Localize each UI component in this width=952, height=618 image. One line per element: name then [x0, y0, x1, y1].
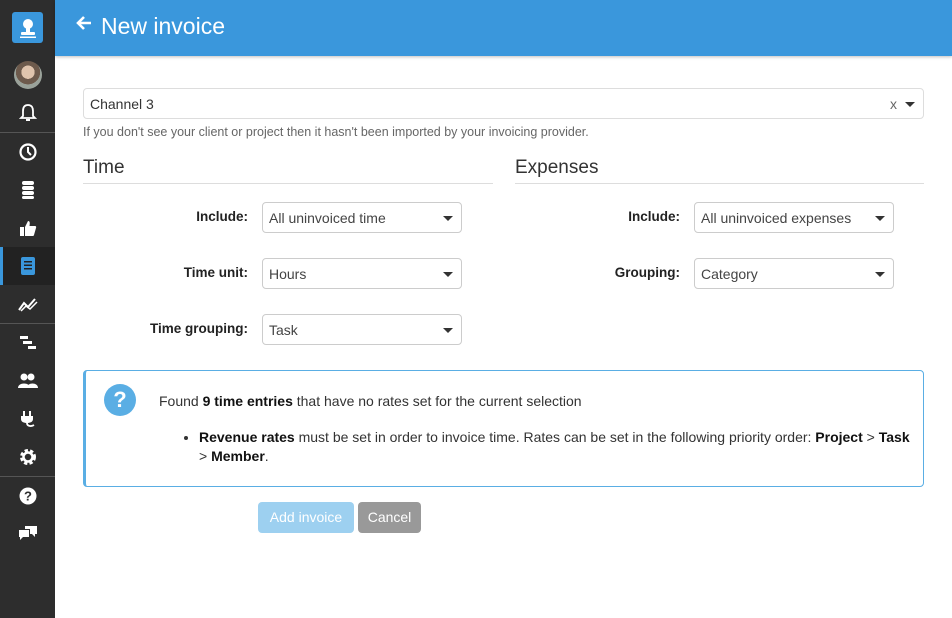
time-entries-count: 9 time entries: [202, 393, 293, 409]
app-logo[interactable]: [12, 12, 43, 43]
chevron-down-icon: [443, 272, 453, 277]
time-include-label: Include:: [196, 209, 248, 224]
alert-bullets: Revenue rates must be set in order to in…: [199, 428, 919, 466]
sidebar-item-notifications[interactable]: [0, 94, 55, 132]
alert-message: Found 9 time entries that have no rates …: [159, 393, 582, 409]
chart-line-icon: [17, 298, 38, 312]
bell-icon: [18, 104, 37, 121]
time-unit-select[interactable]: Hours: [262, 258, 462, 289]
question-icon: ?: [19, 487, 36, 505]
sidebar-item-integrations[interactable]: [0, 400, 55, 438]
expenses-section-title: Expenses: [515, 157, 924, 184]
stamp-logo-icon: [19, 18, 36, 38]
chevron-down-icon: [905, 102, 915, 107]
time-grouping-label: Time grouping:: [150, 321, 248, 336]
sidebar-item-database[interactable]: [0, 171, 55, 209]
chevron-down-icon: [875, 216, 885, 221]
sidebar-item-reports[interactable]: [0, 285, 55, 323]
arrow-left-icon: [76, 16, 91, 30]
alert-bullet: Revenue rates must be set in order to in…: [199, 428, 919, 466]
invoice-form: Channel 3 x If you don't see your client…: [55, 56, 952, 618]
gantt-icon: [19, 336, 36, 349]
sidebar-item-help[interactable]: ?: [0, 477, 55, 515]
time-section-title: Time: [83, 157, 493, 184]
client-project-select[interactable]: Channel 3 x: [83, 88, 924, 119]
client-select-value: Channel 3: [90, 96, 154, 112]
chevron-down-icon: [443, 328, 453, 333]
chevron-down-icon: [875, 272, 885, 277]
sidebar-item-approvals[interactable]: [0, 209, 55, 247]
thumbs-up-icon: [19, 221, 36, 236]
user-avatar[interactable]: [14, 61, 42, 89]
expenses-grouping-label: Grouping:: [614, 265, 680, 280]
expenses-grouping-value: Category: [701, 266, 758, 282]
database-icon: [21, 181, 34, 199]
cancel-button[interactable]: Cancel: [358, 502, 421, 533]
time-grouping-value: Task: [269, 322, 298, 338]
time-include-value: All uninvoiced time: [269, 210, 386, 226]
svg-text:?: ?: [24, 489, 32, 504]
expenses-include-select[interactable]: All uninvoiced expenses: [694, 202, 894, 233]
expenses-include-label: Include:: [628, 209, 680, 224]
question-circle-icon: ?: [104, 384, 136, 416]
time-include-select[interactable]: All uninvoiced time: [262, 202, 462, 233]
page-title: New invoice: [101, 13, 225, 39]
users-icon: [17, 373, 38, 388]
clear-selection-button[interactable]: x: [890, 96, 897, 112]
page-header: New invoice: [55, 0, 952, 56]
expenses-include-value: All uninvoiced expenses: [701, 210, 852, 226]
sidebar-item-feedback[interactable]: [0, 514, 55, 552]
sidebar-item-timer[interactable]: [0, 133, 55, 171]
expenses-grouping-select[interactable]: Category: [694, 258, 894, 289]
sidebar: ?: [0, 0, 55, 618]
gear-icon: [19, 449, 36, 465]
clock-icon: [18, 143, 37, 161]
chat-icon: [18, 526, 37, 540]
time-unit-value: Hours: [269, 266, 307, 282]
invoice-icon: [20, 257, 35, 275]
back-button[interactable]: [75, 14, 93, 32]
sidebar-item-invoices[interactable]: [0, 247, 55, 285]
time-grouping-select[interactable]: Task: [262, 314, 462, 345]
missing-rates-alert: ? Found 9 time entries that have no rate…: [83, 370, 924, 487]
time-unit-label: Time unit:: [183, 265, 248, 280]
sidebar-item-settings[interactable]: [0, 438, 55, 476]
chevron-down-icon: [443, 216, 453, 221]
client-hint-text: If you don't see your client or project …: [83, 125, 589, 139]
sidebar-item-team[interactable]: [0, 362, 55, 400]
add-invoice-button[interactable]: Add invoice: [258, 502, 354, 533]
plug-icon: [20, 411, 34, 427]
sidebar-item-planning[interactable]: [0, 324, 55, 362]
